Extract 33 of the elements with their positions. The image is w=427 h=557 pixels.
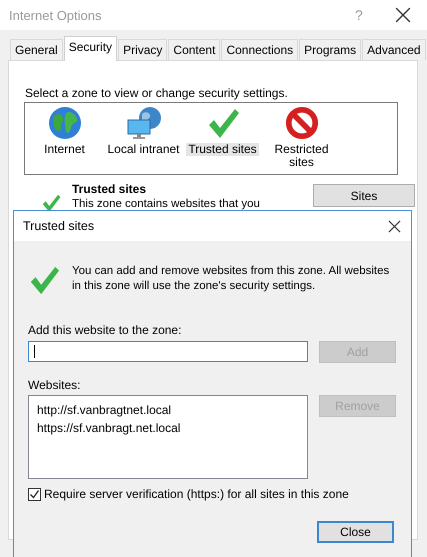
zone-item[interactable]: Trusted sites — [183, 106, 262, 174]
website-item[interactable]: http://sf.vanbragtnet.local — [35, 401, 307, 419]
tab[interactable]: Programs — [299, 39, 362, 60]
close-icon[interactable] — [388, 220, 401, 232]
close-icon[interactable] — [395, 7, 411, 23]
website-item[interactable]: https://sf.vanbragt.net.local — [35, 419, 307, 437]
zone-item[interactable]: Internet — [25, 106, 104, 174]
website-input-field[interactable] — [28, 341, 308, 362]
tab[interactable]: Advanced — [362, 39, 426, 60]
close-button[interactable]: Close — [317, 521, 394, 543]
dialog-title: Trusted sites — [23, 219, 96, 233]
zone-item[interactable]: Restricted sites — [262, 106, 341, 174]
sites-button[interactable]: Sites — [313, 184, 415, 207]
zone-item[interactable]: Local intranet — [104, 106, 183, 174]
blocked-icon — [284, 106, 320, 140]
checkbox[interactable] — [28, 488, 41, 500]
zone-prompt: Select a zone to view or change security settings. — [25, 86, 289, 100]
checkmark-icon — [28, 264, 60, 296]
checkbox-label: Require server verification (https:) for all sites in this zone — [44, 487, 349, 501]
tab[interactable]: General — [10, 39, 63, 60]
window-title: Internet Options — [9, 8, 102, 22]
zone-title: Trusted sites — [72, 182, 148, 196]
websites-list[interactable]: http://sf.vanbragtnet.local https://sf.vanbragt.net.local — [28, 395, 308, 479]
zone-description: This zone contains websites that you — [72, 198, 261, 210]
tab[interactable]: Connections — [221, 39, 298, 60]
tab[interactable]: Content — [168, 39, 220, 60]
tab[interactable]: Security — [64, 36, 118, 61]
info-message: You can add and remove websites from this zone. All websites in this zone will use the zone's security settings. — [72, 264, 390, 294]
list-label: Websites: — [28, 378, 82, 392]
tab[interactable]: Privacy — [118, 39, 168, 60]
field-label: Add this website to the zone: — [28, 323, 182, 337]
checkmark-icon — [41, 193, 61, 213]
globe-icon — [48, 106, 82, 140]
